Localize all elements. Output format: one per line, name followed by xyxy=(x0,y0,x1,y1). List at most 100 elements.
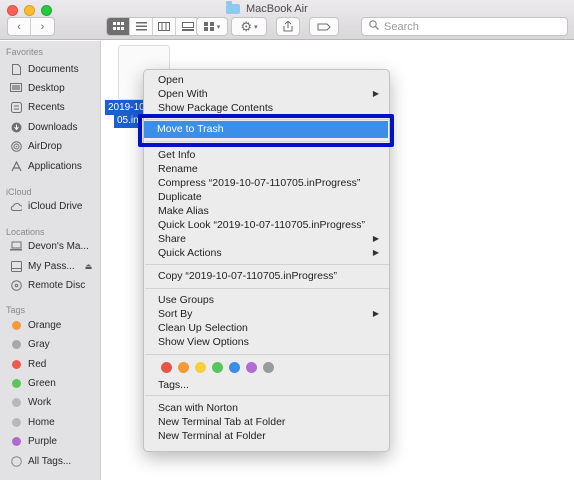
drive-icon xyxy=(10,260,22,272)
gallery-icon xyxy=(181,22,194,31)
sidebar-item-label: iCloud Drive xyxy=(28,200,83,212)
sidebar-tag-purple[interactable]: Purple xyxy=(10,436,57,447)
purple-tag-dot[interactable] xyxy=(246,362,257,373)
desktop-icon xyxy=(10,82,22,94)
menu-item-new-terminal-tab[interactable]: New Terminal Tab at Folder xyxy=(158,416,285,429)
search-field[interactable]: Search xyxy=(361,17,568,36)
sidebar-item-documents[interactable]: Documents xyxy=(10,63,79,75)
sidebar-item-label: Documents xyxy=(28,63,79,75)
sidebar-item-my-passport[interactable]: My Pass... ⏏ xyxy=(10,260,92,272)
menu-item-open-with[interactable]: Open With xyxy=(158,88,208,101)
menu-separator xyxy=(145,264,389,265)
menu-item-share[interactable]: Share xyxy=(158,233,186,246)
gear-icon: ⚙ xyxy=(240,18,253,34)
sidebar-item-label: Recents xyxy=(28,101,65,113)
menu-item-clean-up-selection[interactable]: Clean Up Selection xyxy=(158,322,248,335)
sidebar-section-tags: Tags xyxy=(6,305,26,315)
sidebar-tag-home[interactable]: Home xyxy=(10,417,55,428)
chevron-left-icon: ‹ xyxy=(17,20,21,33)
highlight-annotation-box xyxy=(138,114,394,147)
finder-window: MacBook Air ‹ › ▾ ⚙ ▾ Search Favorites D… xyxy=(0,0,574,480)
minimize-button[interactable] xyxy=(24,5,35,16)
menu-item-sort-by[interactable]: Sort By xyxy=(158,308,192,321)
eject-icon[interactable]: ⏏ xyxy=(85,262,93,271)
sidebar-item-label: All Tags... xyxy=(28,455,72,467)
sidebar-item-remote-disc[interactable]: Remote Disc xyxy=(10,279,85,291)
menu-item-new-terminal[interactable]: New Terminal at Folder xyxy=(158,430,266,443)
download-icon xyxy=(10,121,22,133)
group-by-button[interactable]: ▾ xyxy=(196,17,228,36)
sidebar-tag-gray[interactable]: Gray xyxy=(10,339,50,350)
menu-item-get-info[interactable]: Get Info xyxy=(158,149,195,162)
menu-item-make-alias[interactable]: Make Alias xyxy=(158,205,209,218)
menu-item-quick-look[interactable]: Quick Look “2019-10-07-110705.inProgress… xyxy=(158,219,365,232)
green-dot-icon xyxy=(12,379,21,388)
icon-view-button[interactable] xyxy=(107,18,130,35)
action-button[interactable]: ⚙ ▾ xyxy=(231,17,267,36)
column-view-button[interactable] xyxy=(153,18,176,35)
sidebar-item-desktop[interactable]: Desktop xyxy=(10,82,65,94)
zoom-button[interactable] xyxy=(41,5,52,16)
menu-item-use-groups[interactable]: Use Groups xyxy=(158,294,214,307)
red-dot-icon xyxy=(12,360,21,369)
share-icon xyxy=(283,21,293,32)
menu-item-quick-actions[interactable]: Quick Actions xyxy=(158,247,222,260)
submenu-arrow-icon: ▶ xyxy=(372,234,379,243)
sidebar-item-airdrop[interactable]: AirDrop xyxy=(10,140,62,152)
sidebar-item-recents[interactable]: Recents xyxy=(10,101,65,113)
sidebar-tag-orange[interactable]: Orange xyxy=(10,320,61,331)
red-tag-dot[interactable] xyxy=(161,362,172,373)
menu-item-compress[interactable]: Compress “2019-10-07-110705.inProgress” xyxy=(158,177,360,190)
edit-tags-button[interactable] xyxy=(309,17,339,36)
menu-item-copy[interactable]: Copy “2019-10-07-110705.inProgress” xyxy=(158,270,337,283)
gray-tag-dot[interactable] xyxy=(263,362,274,373)
sidebar-item-applications[interactable]: Applications xyxy=(10,160,82,172)
back-button[interactable]: ‹ xyxy=(8,18,31,35)
submenu-arrow-icon: ▶ xyxy=(372,309,379,318)
sidebar-item-label: Home xyxy=(28,417,55,428)
yellow-tag-dot[interactable] xyxy=(195,362,206,373)
airdrop-icon xyxy=(10,140,22,152)
forward-button[interactable]: › xyxy=(31,18,54,35)
sidebar-tag-green[interactable]: Green xyxy=(10,378,56,389)
menu-item-duplicate[interactable]: Duplicate xyxy=(158,191,202,204)
sidebar-item-label: Orange xyxy=(28,320,62,331)
close-button[interactable] xyxy=(7,5,18,16)
share-button[interactable] xyxy=(276,17,300,36)
list-view-button[interactable] xyxy=(130,18,153,35)
sidebar-tag-red[interactable]: Red xyxy=(10,359,46,370)
menu-item-tags[interactable]: Tags... xyxy=(158,379,189,392)
sidebar-item-label: Red xyxy=(28,359,47,370)
all-tags-icon xyxy=(10,455,22,467)
sidebar-item-downloads[interactable]: Downloads xyxy=(10,121,77,133)
sidebar-item-label: AirDrop xyxy=(28,140,62,152)
gray-dot-icon xyxy=(12,340,21,349)
sidebar-item-label: Applications xyxy=(28,160,82,172)
sidebar-item-this-mac[interactable]: Devon's Ma... xyxy=(10,240,89,252)
menu-item-rename[interactable]: Rename xyxy=(158,163,198,176)
sidebar-item-label: Devon's Ma... xyxy=(28,240,89,252)
green-tag-dot[interactable] xyxy=(212,362,223,373)
sidebar-tag-work[interactable]: Work xyxy=(10,397,51,408)
orange-dot-icon xyxy=(12,321,21,330)
menu-separator xyxy=(145,354,389,355)
menu-item-open[interactable]: Open xyxy=(158,74,184,87)
menu-item-scan-with-norton[interactable]: Scan with Norton xyxy=(158,402,238,415)
sidebar-item-icloud-drive[interactable]: iCloud Drive xyxy=(10,200,82,212)
list-icon xyxy=(135,22,147,31)
applications-icon xyxy=(10,160,22,172)
sidebar-tag-all[interactable]: All Tags... xyxy=(10,455,71,467)
disc-icon xyxy=(10,279,22,291)
home-dot-icon xyxy=(12,418,21,427)
blue-tag-dot[interactable] xyxy=(229,362,240,373)
laptop-icon xyxy=(10,240,22,252)
group-grid-icon xyxy=(203,22,214,31)
clock-icon xyxy=(10,101,22,113)
grid-icon xyxy=(112,22,124,30)
document-icon xyxy=(10,63,22,75)
menu-item-show-view-options[interactable]: Show View Options xyxy=(158,336,249,349)
orange-tag-dot[interactable] xyxy=(178,362,189,373)
columns-icon xyxy=(158,22,170,31)
cloud-icon xyxy=(10,200,22,212)
submenu-arrow-icon: ▶ xyxy=(372,248,379,257)
